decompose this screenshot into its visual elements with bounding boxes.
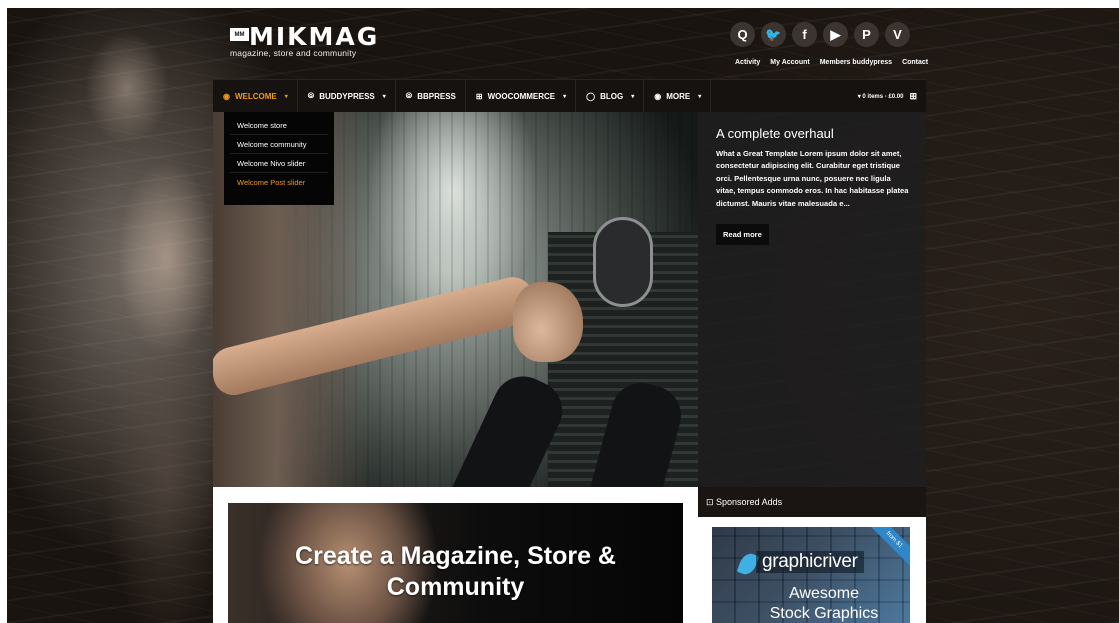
read-more-button[interactable]: Read more (716, 224, 769, 246)
dropdown-item-welcome-store[interactable]: Welcome store (230, 116, 328, 135)
slider-excerpt: What a Great Template Lorem ipsum dolor … (716, 149, 909, 208)
nav-label: BUDDYPRESS (319, 91, 375, 101)
dropdown-item-welcome-community[interactable]: Welcome community (230, 135, 328, 154)
welcome-icon: ◉ (223, 91, 230, 101)
logo-text: MIKMAG (249, 22, 380, 51)
ad-subheadline: Stock Graphics (769, 605, 879, 622)
promo-title-line2: Community (386, 573, 525, 601)
nav-item-more[interactable]: ◉ MORE ▾ (644, 79, 712, 113)
cart-icon: ⊞ (909, 91, 917, 101)
facebook-icon[interactable]: f (792, 22, 817, 47)
twitter-icon[interactable]: 🐦 (761, 22, 786, 47)
dropdown-item-welcome-post-slider[interactable]: Welcome Post slider (230, 173, 328, 192)
slider-caption: A complete overhaul What a Great Templat… (698, 112, 926, 487)
welcome-dropdown-menu: Welcome store Welcome community Welcome … (224, 112, 334, 205)
nav-item-bbpress[interactable]: ⦾ BBPRESS (396, 79, 466, 113)
cart-icon: ⊞ (475, 91, 483, 101)
chevron-down-icon: ▾ (382, 93, 386, 100)
main-navigation: ◉ WELCOME ▾ ⦾ BUDDYPRESS ▾ ⦾ BBPRESS ⊞ W… (213, 79, 926, 113)
search-icon[interactable]: Q (730, 22, 755, 47)
logo-badge: MM (230, 28, 249, 41)
promo-title-line1: Create a Magazine, Store & (295, 542, 616, 570)
eye-icon: ◉ (654, 91, 662, 101)
ad-brand: graphicriver (756, 551, 864, 573)
top-links: Activity My Account Members buddypress C… (735, 59, 928, 66)
vimeo-icon[interactable]: V (885, 22, 910, 47)
nav-label: WOOCOMMERCE (487, 91, 556, 101)
sidebar: ⊡ Sponsored Adds graphicriver Awesome St… (698, 487, 926, 623)
promo-banner[interactable]: Create a Magazine, Store & Community (228, 503, 683, 623)
chevron-down-icon: ▾ (284, 93, 288, 100)
nav-label: WELCOME (234, 91, 277, 101)
social-links: Q 🐦 f ▶ P V (730, 22, 910, 47)
chevron-down-icon: ▾ (631, 93, 635, 100)
logo-tagline: magazine, store and community (230, 48, 357, 58)
nav-item-blog[interactable]: ◯ BLOG ▾ (576, 79, 645, 113)
wordpress-icon: ⦾ (307, 91, 315, 100)
nav-item-woocommerce[interactable]: ⊞ WOOCOMMERCE ▾ (466, 79, 577, 113)
pinterest-icon[interactable]: P (854, 22, 879, 47)
nav-label: MORE (666, 91, 691, 101)
top-link-activity[interactable]: Activity (735, 59, 760, 66)
chevron-down-icon: ▾ (563, 93, 567, 100)
sponsored-adds-heading: ⊡ Sponsored Adds (706, 497, 783, 507)
promo-title: Create a Magazine, Store & Community (228, 541, 683, 603)
wordpress-icon: ⦾ (405, 91, 413, 100)
dropdown-item-welcome-nivo-slider[interactable]: Welcome Nivo slider (230, 154, 328, 173)
slider-hand (513, 282, 583, 362)
top-link-members[interactable]: Members buddypress (820, 59, 892, 66)
nav-item-welcome[interactable]: ◉ WELCOME ▾ (213, 79, 298, 113)
nav-label: BLOG (600, 91, 624, 101)
ad-headline: Awesome (789, 585, 859, 602)
ad-frame: graphicriver Awesome Stock Graphics from… (698, 517, 926, 623)
slider-shoe (593, 217, 653, 307)
top-link-my-account[interactable]: My Account (770, 59, 809, 66)
cart-text: ▾ 0 items - £0.00 (857, 94, 904, 100)
cart-summary[interactable]: ▾ 0 items - £0.00 ⊞ (858, 80, 917, 113)
nav-label: BBPRESS (417, 91, 456, 101)
youtube-icon[interactable]: ▶ (823, 22, 848, 47)
graphicriver-ad[interactable]: graphicriver Awesome Stock Graphics from… (712, 527, 910, 623)
site-logo[interactable]: MM MIKMAG magazine, store and community (230, 22, 390, 64)
slider-title[interactable]: A complete overhaul (716, 126, 910, 141)
chevron-down-icon: ▾ (698, 93, 702, 100)
top-link-contact[interactable]: Contact (902, 59, 928, 66)
nav-item-buddypress[interactable]: ⦾ BUDDYPRESS ▾ (298, 79, 396, 113)
comment-icon: ◯ (586, 91, 596, 101)
